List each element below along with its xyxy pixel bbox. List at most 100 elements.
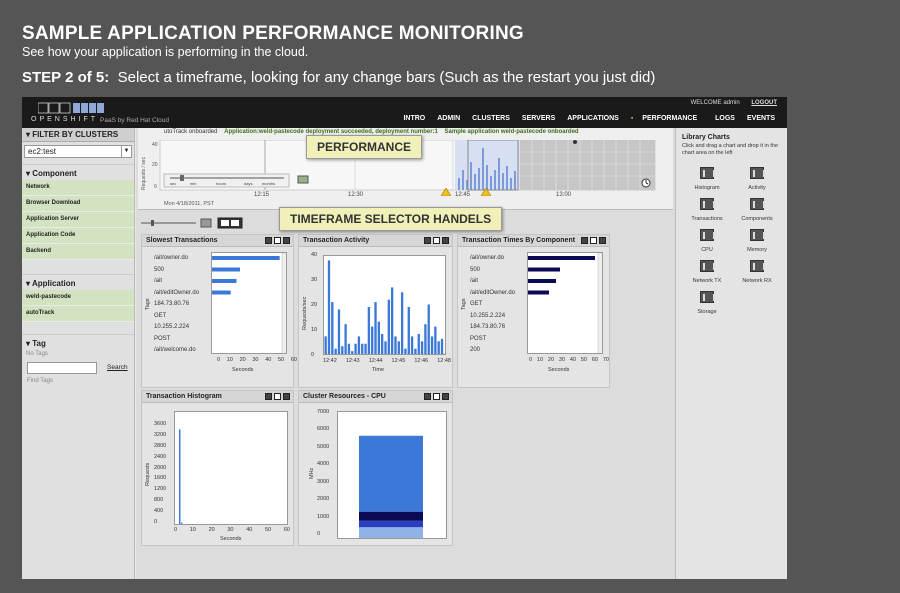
nav-intro[interactable]: INTRO: [397, 115, 431, 122]
slowest-bar-chart[interactable]: [211, 252, 287, 354]
tag-search-input[interactable]: [27, 362, 97, 374]
library-item-cpu[interactable]: CPU: [682, 228, 732, 253]
selector-handle-right-icon[interactable]: [481, 188, 491, 196]
close-icon[interactable]: [442, 393, 449, 400]
histogram-chart[interactable]: [174, 411, 288, 525]
component-item-backend[interactable]: Backend: [22, 244, 134, 260]
tag-search-button[interactable]: Search: [107, 364, 128, 371]
library-item-storage[interactable]: Storage: [682, 290, 732, 315]
event-autotrack[interactable]: utoTrack onboarded: [164, 129, 217, 135]
panel-transaction-activity[interactable]: Transaction Activity Requests/sec 40 30 20…: [298, 234, 453, 388]
bar: [417, 333, 420, 354]
zoom-label: min: [190, 181, 196, 186]
bar: [528, 279, 556, 283]
logout-link[interactable]: LOGOUT: [751, 100, 777, 106]
library-charts-panel: Library Charts Click and drag a chart an…: [675, 128, 787, 579]
selector-handle-left-icon[interactable]: [441, 188, 451, 196]
close-icon[interactable]: [442, 237, 449, 244]
panel-title: Transaction Activity: [299, 235, 452, 247]
component-bar-chart[interactable]: [527, 252, 603, 354]
component-item-application-code[interactable]: Application Code: [22, 228, 134, 244]
component-item-application-server[interactable]: Application Server: [22, 212, 134, 228]
nav-admin[interactable]: ADMIN: [431, 115, 466, 122]
nav-events[interactable]: EVENTS: [741, 115, 781, 122]
callout-timeframe-selector: TIMEFRAME SELECTOR HANDELS: [279, 207, 503, 231]
nav-servers[interactable]: SERVERS: [516, 115, 561, 122]
bar: [394, 336, 397, 354]
axis-ticks-x: 0 10 20 30 40 50 60: [217, 357, 297, 363]
application-section-header[interactable]: ▾ Application: [22, 274, 134, 290]
y-tick: 20: [311, 302, 318, 308]
library-item-memory[interactable]: Memory: [732, 228, 782, 253]
username: admin: [723, 100, 740, 106]
minimize-icon[interactable]: [265, 237, 272, 244]
library-item-activity[interactable]: Activity: [732, 166, 782, 191]
bar: [371, 326, 374, 354]
y-tick: 4000: [317, 461, 330, 468]
close-icon[interactable]: [599, 237, 606, 244]
bar: [410, 336, 414, 354]
panel-controls: [424, 393, 449, 400]
library-grid: Histogram Activity Transactions Componen…: [682, 166, 782, 315]
library-item-histogram[interactable]: Histogram: [682, 166, 732, 191]
panel-slowest-transactions[interactable]: Slowest Transactions Tags /ait/owner.do …: [141, 234, 297, 388]
bar: [528, 256, 595, 260]
bar: [434, 326, 437, 354]
application-item-autotrack[interactable]: autoTrack: [22, 306, 134, 322]
bar: [179, 429, 181, 524]
library-item-network-rx[interactable]: Network RX: [732, 259, 782, 284]
bar: [424, 324, 427, 354]
timeline-ylabel: Requests / sec: [141, 156, 147, 190]
library-item-components[interactable]: Components: [732, 197, 782, 222]
panel-cluster-cpu[interactable]: Cluster Resources - CPU MHz 7000 6000 5000…: [298, 390, 453, 546]
nav-applications[interactable]: APPLICATIONS: [561, 115, 625, 122]
axis-ticks-x: 12:42 12:43 12:44 12:45 12:46 12:48: [323, 358, 451, 364]
cluster-select[interactable]: ec2:test ▼: [24, 145, 132, 158]
panel-transaction-times-by-component[interactable]: Transaction Times By Component Tags /ait…: [457, 234, 610, 388]
application-item-weld-pastecode[interactable]: weld-pastecode: [22, 290, 134, 306]
y-tick: 1600: [154, 475, 167, 482]
zoom-ok-button[interactable]: [297, 175, 309, 184]
x-tick: 70: [602, 357, 609, 363]
nav-clusters[interactable]: CLUSTERS: [466, 115, 516, 122]
minimize-icon[interactable]: [581, 237, 588, 244]
bar: [528, 290, 549, 295]
component-section-header[interactable]: ▾ Component: [22, 164, 134, 180]
panel-transaction-histogram[interactable]: Transaction Histogram Requests 3600 3200 2…: [141, 390, 294, 546]
event-onboarded[interactable]: Sample application weld-pastecode onboar…: [445, 129, 579, 135]
maximize-icon[interactable]: [274, 237, 281, 244]
library-item-transactions[interactable]: Transactions: [682, 197, 732, 222]
maximize-icon[interactable]: [433, 393, 440, 400]
network-tx-icon: [700, 260, 715, 272]
minimize-icon[interactable]: [265, 393, 272, 400]
nav-performance[interactable]: ▪ PERFORMANCE: [625, 115, 709, 122]
chart-tools[interactable]: [141, 216, 261, 230]
stacked-bar-segment: [359, 520, 423, 528]
tag-label: 200: [470, 347, 481, 353]
x-tick: 12:46: [414, 358, 429, 364]
library-item-network-tx[interactable]: Network TX: [682, 259, 732, 284]
stacked-bar-segment: [359, 435, 423, 512]
tag-section-header[interactable]: ▾ Tag: [22, 334, 134, 350]
bar: [212, 279, 237, 283]
maximize-icon[interactable]: [433, 237, 440, 244]
y-tick: 1000: [317, 513, 330, 520]
bar: [390, 287, 394, 354]
component-item-network[interactable]: Network: [22, 180, 134, 196]
activity-bar-chart[interactable]: [323, 255, 446, 355]
component-item-browser-download[interactable]: Browser Download: [22, 196, 134, 212]
bar: [212, 290, 231, 295]
minimize-icon[interactable]: [424, 237, 431, 244]
close-icon[interactable]: [283, 237, 290, 244]
close-icon[interactable]: [283, 393, 290, 400]
x-tick: 0: [217, 357, 221, 363]
nav-logs[interactable]: LOGS: [709, 115, 741, 122]
x-tick: 30: [227, 527, 234, 533]
x-tick: 20: [239, 357, 246, 363]
maximize-icon[interactable]: [590, 237, 597, 244]
minimize-icon[interactable]: [424, 393, 431, 400]
cpu-stacked-chart[interactable]: [337, 411, 447, 539]
zoom-label: sec: [170, 181, 176, 186]
maximize-icon[interactable]: [274, 393, 281, 400]
tag-list: /ait/owner.do 500 /ait /ait/editOwner.do…: [470, 253, 515, 357]
